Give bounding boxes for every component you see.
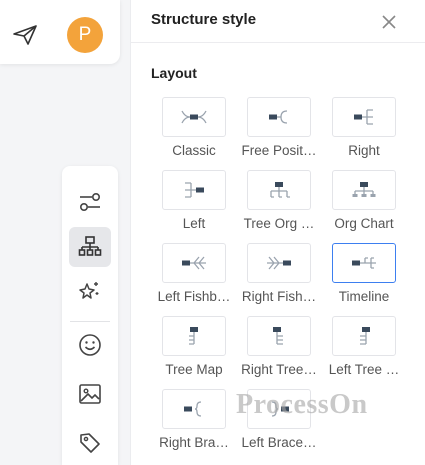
tree-org-layout-icon xyxy=(270,182,290,198)
layout-option-label: Right Bra… xyxy=(159,435,229,450)
right-layout-icon xyxy=(354,109,373,125)
tree-map-layout-icon xyxy=(189,327,198,345)
layout-option-label: Left Fishb… xyxy=(157,289,231,304)
image-button[interactable] xyxy=(69,374,111,414)
layout-option-label: Left Tree … xyxy=(328,362,400,377)
right-tree-layout-icon xyxy=(273,327,283,345)
layout-option-left-brace[interactable]: Left Brace… xyxy=(236,389,322,455)
layout-section-label: Layout xyxy=(151,65,197,81)
right-fishbone-layout-icon xyxy=(267,256,291,270)
layout-option-label: Right xyxy=(348,143,380,158)
emoji-icon xyxy=(79,334,101,356)
layout-option-right-tree[interactable]: Right Tree… xyxy=(236,316,322,382)
magic-sparkle-icon xyxy=(79,282,99,299)
avatar[interactable]: P xyxy=(67,17,103,53)
org-chart-layout-icon xyxy=(352,182,376,197)
layout-option-label: Timeline xyxy=(338,289,390,304)
left-fishbone-layout-icon xyxy=(182,256,206,270)
close-icon[interactable] xyxy=(379,12,399,32)
send-icon[interactable] xyxy=(12,24,38,46)
emoji-button[interactable] xyxy=(69,325,111,365)
layout-option-classic[interactable]: Classic xyxy=(151,97,237,163)
left-brace-layout-icon xyxy=(271,401,289,417)
layout-option-label: Classic xyxy=(172,143,216,158)
top-actions-card: P xyxy=(0,0,120,64)
toolbar-divider xyxy=(70,321,110,322)
layout-option-label: Left xyxy=(182,216,206,231)
layout-option-right[interactable]: Right xyxy=(321,97,407,163)
panel-title: Structure style xyxy=(151,11,257,28)
magic-button[interactable] xyxy=(69,272,111,312)
layout-option-label: Left Brace… xyxy=(241,435,317,450)
layout-option-label: Free Posit… xyxy=(241,143,317,158)
left-tree-layout-icon xyxy=(360,327,370,345)
layout-option-left-tree[interactable]: Left Tree … xyxy=(321,316,407,382)
layout-option-label: Right Tree… xyxy=(241,362,317,377)
right-brace-layout-icon xyxy=(184,401,202,417)
layout-option-free-position[interactable]: Free Posit… xyxy=(236,97,322,163)
structure-icon xyxy=(78,236,102,256)
layout-option-label: Tree Map xyxy=(165,362,223,377)
timeline-layout-icon xyxy=(352,257,376,269)
layout-option-left[interactable]: Left xyxy=(151,170,237,236)
tag-button[interactable] xyxy=(69,423,111,463)
layout-option-tree-org[interactable]: Tree Org … xyxy=(236,170,322,236)
left-layout-icon xyxy=(185,182,204,198)
free-position-layout-icon xyxy=(269,110,288,124)
layout-option-label: Tree Org … xyxy=(243,216,315,231)
layout-option-label: Right Fish… xyxy=(241,289,317,304)
tag-icon xyxy=(80,433,100,453)
side-toolbar xyxy=(62,166,118,465)
connector-button[interactable] xyxy=(69,182,111,222)
connector-icon xyxy=(79,192,101,212)
layout-option-timeline[interactable]: Timeline xyxy=(321,243,407,309)
layout-option-right-fishbone[interactable]: Right Fish… xyxy=(236,243,322,309)
image-icon xyxy=(79,384,101,404)
layout-option-tree-map[interactable]: Tree Map xyxy=(151,316,237,382)
layout-option-label: Org Chart xyxy=(334,216,394,231)
layout-option-left-fishbone[interactable]: Left Fishb… xyxy=(151,243,237,309)
classic-layout-icon xyxy=(181,110,207,124)
structure-style-panel: Structure style Layout Classic Free Posi… xyxy=(130,0,425,465)
header-divider xyxy=(131,42,425,43)
layout-option-org-chart[interactable]: Org Chart xyxy=(321,170,407,236)
layout-option-right-brace[interactable]: Right Bra… xyxy=(151,389,237,455)
structure-button[interactable] xyxy=(69,227,111,267)
